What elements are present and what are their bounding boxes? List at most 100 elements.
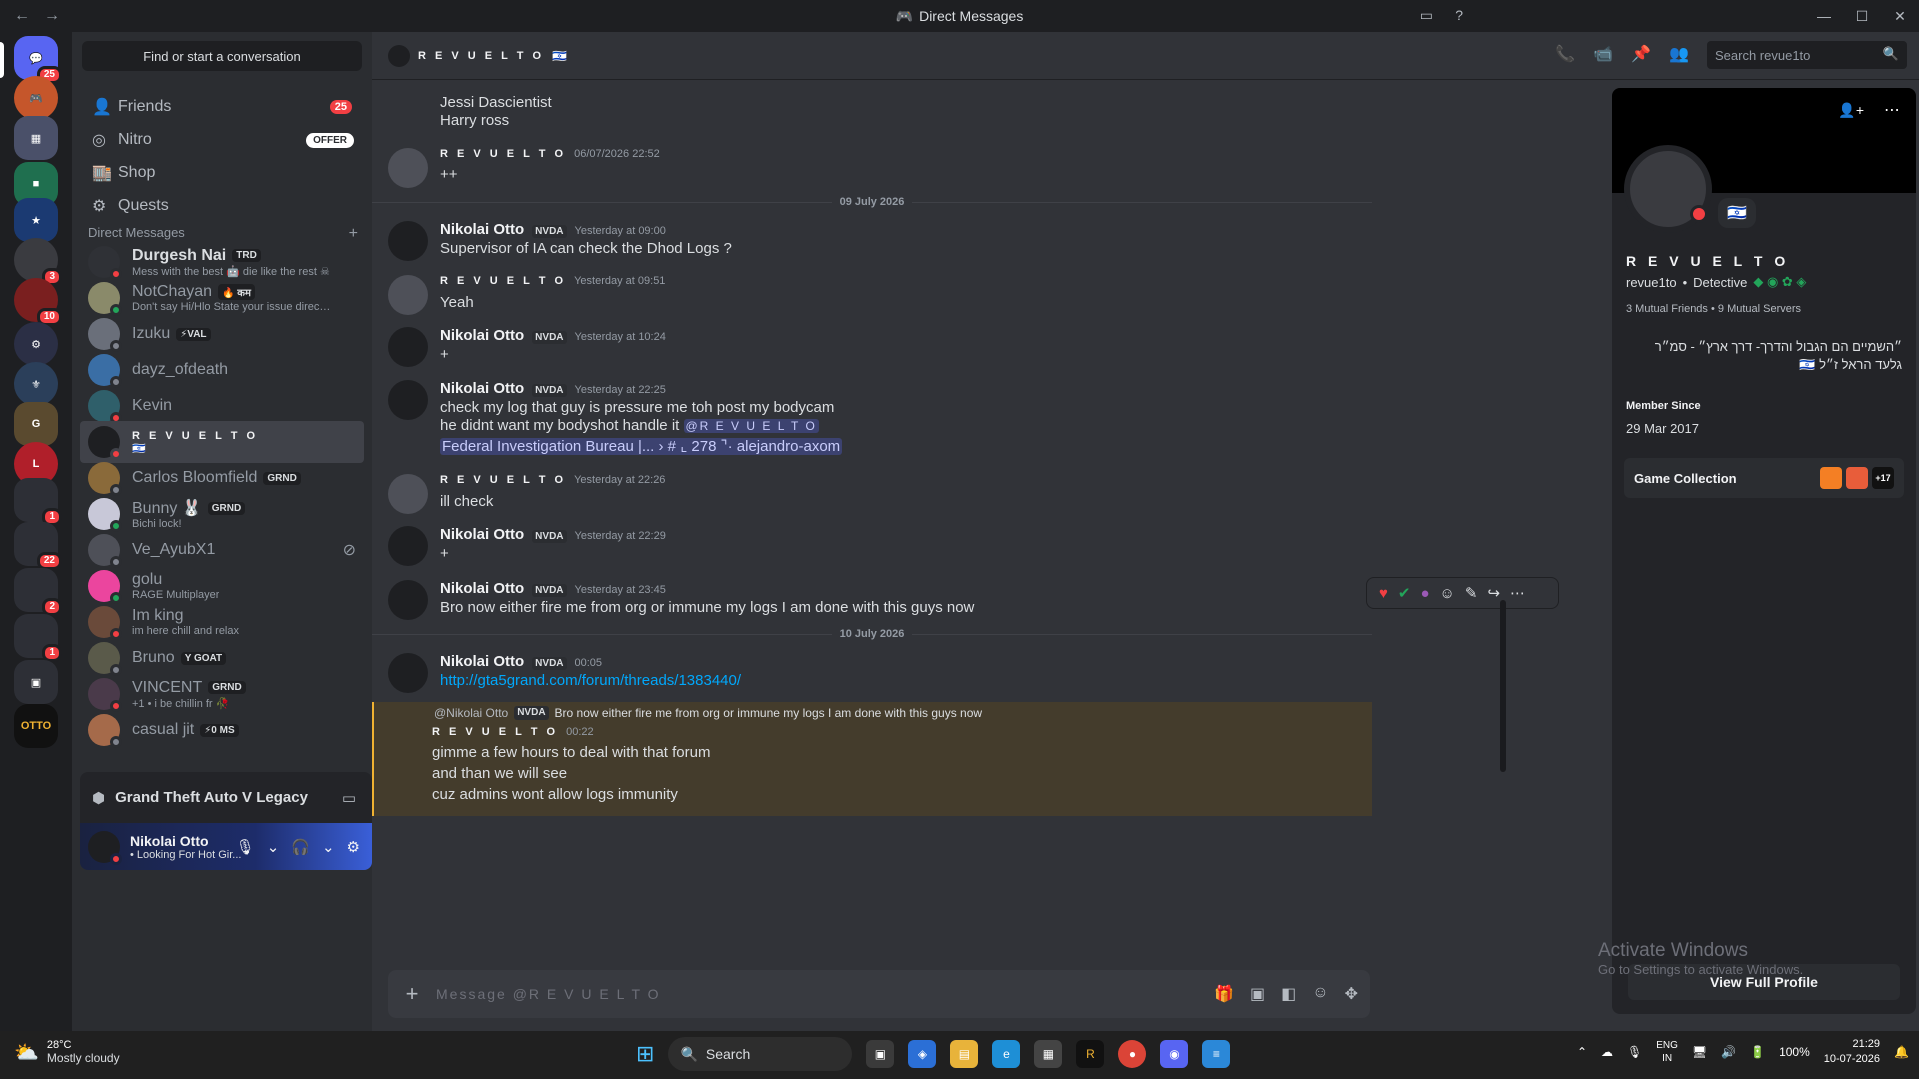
settings-gear-icon[interactable]: ⚙ — [347, 838, 360, 856]
message-link[interactable]: http://gta5grand.com/forum/threads/13834… — [440, 672, 741, 689]
emoji-icon[interactable]: ☺ — [1312, 984, 1328, 1004]
more-icon[interactable]: ⋯ — [1884, 100, 1900, 120]
server-icon[interactable]: G — [14, 402, 58, 446]
chevron-down-icon[interactable]: ⌄ — [267, 838, 280, 856]
channel-mention[interactable]: Federal Investigation Bureau |... › # ⌞ … — [440, 438, 843, 455]
server-icon[interactable]: ▦ — [14, 116, 58, 160]
reply-preview[interactable]: @Nikolai Otto NVDA Bro now either fire m… — [434, 706, 982, 720]
avatar[interactable] — [388, 380, 428, 420]
apps-icon[interactable]: ✥ — [1345, 984, 1358, 1004]
notepad-icon[interactable]: ≡ — [1202, 1040, 1231, 1068]
home-button[interactable]: 💬 25 — [14, 36, 62, 84]
close-button[interactable]: ✕ — [1881, 0, 1919, 32]
add-friend-icon[interactable]: 👤+ — [1838, 102, 1864, 119]
pin-icon[interactable]: 📌 — [1631, 44, 1651, 64]
clock[interactable]: 21:29 10-07-2026 — [1824, 1037, 1880, 1067]
server-icon[interactable]: OTTO — [14, 704, 58, 748]
chat-title[interactable]: R E V U E L T O — [418, 50, 544, 62]
avatar[interactable] — [388, 653, 428, 693]
video-call-icon[interactable]: 📹 — [1593, 44, 1613, 64]
headphones-icon[interactable]: 🎧 — [291, 838, 310, 856]
game-collection[interactable]: Game Collection +17 — [1624, 458, 1904, 498]
avatar[interactable] — [388, 526, 428, 566]
file-explorer-icon[interactable]: ▤ — [950, 1040, 979, 1068]
author-name[interactable]: R E V U E L T O — [440, 474, 566, 486]
server-folder[interactable]: 1 — [14, 478, 62, 526]
author-name[interactable]: R E V U E L T O — [440, 148, 566, 160]
task-view-icon[interactable]: ▣ — [866, 1040, 895, 1068]
server-icon[interactable]: ★ — [14, 198, 58, 242]
author-name[interactable]: Nikolai Otto — [440, 221, 524, 238]
store-icon[interactable]: ▦ — [1034, 1040, 1063, 1068]
notification-icon[interactable]: 🔔 — [1894, 1045, 1909, 1059]
sticker-icon[interactable]: ◧ — [1281, 984, 1296, 1004]
call-icon[interactable]: 📞 — [1555, 44, 1575, 64]
nav-quests[interactable]: ⚙ Quests — [80, 187, 364, 225]
minimize-button[interactable]: — — [1805, 0, 1843, 32]
language-indicator[interactable]: ENG IN — [1656, 1039, 1678, 1065]
onedrive-icon[interactable]: ☁ — [1601, 1045, 1613, 1059]
avatar[interactable] — [388, 221, 428, 261]
check-reaction-icon[interactable]: ✔ — [1398, 584, 1411, 602]
add-reaction-icon[interactable]: ☺ — [1440, 585, 1455, 602]
avatar[interactable] — [388, 275, 428, 315]
eggplant-reaction-icon[interactable]: ● — [1420, 585, 1429, 602]
server-folder[interactable]: 22 — [14, 522, 62, 570]
server-icon[interactable]: 3 — [14, 238, 62, 286]
server-icon[interactable]: 10 — [14, 278, 62, 326]
copilot-icon[interactable]: ◈ — [908, 1040, 937, 1068]
mic-icon[interactable]: 🎙 — [236, 838, 255, 856]
avatar[interactable] — [388, 474, 428, 514]
search-input[interactable]: Search revue1to 🔍 — [1707, 41, 1907, 69]
avatar[interactable] — [388, 148, 428, 188]
avatar[interactable] — [88, 830, 122, 865]
mic-icon[interactable]: 🎙 — [1627, 1045, 1642, 1059]
gif-icon[interactable]: ▣ — [1250, 984, 1265, 1004]
network-icon[interactable]: 🖥 — [1692, 1045, 1707, 1059]
volume-icon[interactable]: 🔊 — [1721, 1045, 1736, 1059]
find-conversation-button[interactable]: Find or start a conversation — [82, 41, 362, 71]
channel-link[interactable]: Federal Investigation Bureau |... › # ⌞ … — [440, 437, 843, 455]
server-icon[interactable]: 🎮 — [14, 76, 58, 120]
scrollbar[interactable] — [1500, 80, 1506, 840]
author-name[interactable]: Nikolai Otto — [440, 580, 524, 597]
back-arrow-icon[interactable]: ← — [14, 7, 30, 25]
maximize-button[interactable]: ☐ — [1843, 0, 1881, 32]
activity-panel[interactable]: ⬢ Grand Theft Auto V Legacy ▭ — [80, 772, 372, 823]
author-name[interactable]: Nikolai Otto — [440, 653, 524, 670]
chrome-icon[interactable]: ● — [1118, 1040, 1147, 1068]
more-icon[interactable]: ⋯ — [1510, 584, 1525, 602]
edge-icon[interactable]: e — [992, 1040, 1021, 1068]
inbox-icon[interactable]: ▭ — [1420, 7, 1433, 24]
attach-plus-icon[interactable]: + — [388, 981, 436, 1007]
avatar[interactable] — [388, 327, 428, 367]
rockstar-icon[interactable]: R — [1076, 1040, 1105, 1068]
help-icon[interactable]: ? — [1455, 7, 1463, 23]
stream-icon[interactable]: ▭ — [342, 789, 356, 807]
chevron-down-icon[interactable]: ⌄ — [322, 838, 335, 856]
server-folder[interactable]: ▣ — [14, 660, 58, 704]
discord-icon[interactable]: ◉ — [1160, 1040, 1189, 1068]
battery-icon[interactable]: 🔋 — [1750, 1045, 1765, 1059]
author-name[interactable]: Nikolai Otto — [440, 327, 524, 344]
author-name[interactable]: Nikolai Otto — [440, 380, 524, 397]
dm-item[interactable]: casual jit ⚡0 MS — [80, 709, 364, 751]
mutual-info[interactable]: 3 Mutual Friends • 9 Mutual Servers — [1626, 303, 1801, 315]
show-hidden-icons[interactable]: ⌃ — [1577, 1045, 1587, 1059]
user-mention[interactable]: @R E V U E L T O — [683, 419, 819, 433]
add-friend-icon[interactable]: 👥 — [1669, 44, 1689, 64]
author-name[interactable]: Nikolai Otto — [440, 526, 524, 543]
server-icon[interactable]: ⚜ — [14, 362, 58, 406]
message-composer[interactable]: + Message @R E V U E L T O 🎁 ▣ ◧ ☺ ✥ — [388, 970, 1370, 1018]
taskbar-search[interactable]: 🔍 Search — [668, 1037, 853, 1071]
start-icon[interactable]: ⊞ — [636, 1041, 654, 1067]
edit-icon[interactable]: ✎ — [1465, 584, 1478, 602]
author-name[interactable]: R E V U E L T O — [440, 275, 566, 287]
gift-icon[interactable]: 🎁 — [1214, 984, 1234, 1004]
weather-widget[interactable]: ⛅ 28°C Mostly cloudy — [14, 1039, 120, 1065]
avatar[interactable] — [388, 580, 428, 620]
server-folder[interactable]: 1 — [14, 614, 62, 662]
forward-arrow-icon[interactable]: → — [44, 7, 60, 25]
heart-reaction-icon[interactable]: ♥ — [1379, 585, 1388, 602]
server-icon[interactable]: ⚙ — [14, 322, 58, 366]
